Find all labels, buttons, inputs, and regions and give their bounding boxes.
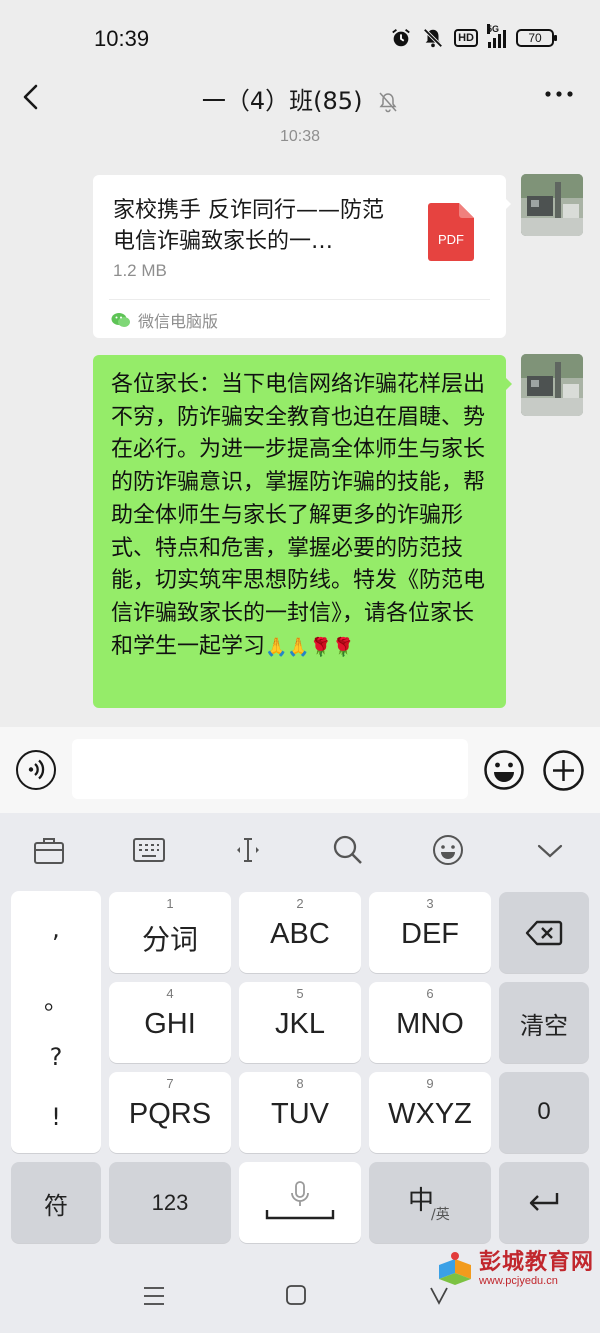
text-message-bubble[interactable]: 各位家长：当下电信网络诈骗花样层出不穷，防诈骗安全教育也迫在眉睫、势在必行。为进… bbox=[93, 355, 512, 708]
avatar-photo bbox=[521, 354, 583, 416]
notifications-off-icon bbox=[423, 28, 443, 48]
file-name: 家校携手 反诈同行——防范电信诈骗致家长的一… bbox=[113, 198, 384, 254]
delete-key[interactable] bbox=[499, 892, 589, 973]
key-6[interactable]: 6 MNO bbox=[369, 982, 491, 1063]
emoji-icon[interactable] bbox=[484, 750, 524, 790]
clear-key[interactable]: 清空 bbox=[499, 982, 589, 1063]
punct-period[interactable]: 。 bbox=[11, 981, 101, 1016]
home-icon[interactable] bbox=[285, 1284, 307, 1306]
status-icons: HD 5G 70 bbox=[390, 24, 557, 49]
avatar-photo bbox=[521, 174, 583, 236]
watermark-title: 彭城教育网 bbox=[478, 1250, 594, 1275]
more-icon bbox=[545, 91, 573, 97]
keyboard-layout-icon[interactable] bbox=[132, 833, 166, 867]
status-bar: 10:39 HD 5G 70 bbox=[0, 0, 600, 78]
enter-key[interactable] bbox=[499, 1162, 589, 1243]
collapse-keyboard-icon[interactable] bbox=[533, 833, 567, 867]
key-9[interactable]: 9 WXYZ bbox=[369, 1072, 491, 1153]
key-3[interactable]: 3 DEF bbox=[369, 892, 491, 973]
menu-icon[interactable] bbox=[142, 1284, 166, 1308]
voice-input-button[interactable] bbox=[16, 750, 56, 790]
keyboard-toolbar bbox=[0, 813, 600, 885]
microphone-icon bbox=[291, 1181, 309, 1206]
more-options-button[interactable] bbox=[544, 84, 574, 105]
wechat-icon bbox=[111, 313, 130, 327]
sender-avatar[interactable] bbox=[521, 354, 583, 416]
zero-key[interactable]: 0 bbox=[499, 1072, 589, 1153]
key-7[interactable]: 7 PQRS bbox=[109, 1072, 231, 1153]
enter-icon bbox=[529, 1193, 559, 1211]
file-size: 1.2 MB bbox=[113, 261, 167, 280]
cursor-move-icon[interactable] bbox=[231, 833, 265, 867]
key-1[interactable]: 1 分词 bbox=[109, 892, 231, 973]
key-2[interactable]: 2 ABC bbox=[239, 892, 361, 973]
alarm-icon bbox=[392, 29, 410, 47]
space-key[interactable] bbox=[239, 1162, 361, 1243]
hd-badge: HD bbox=[454, 29, 478, 47]
card-divider bbox=[109, 299, 490, 300]
file-source: 微信电脑版 bbox=[111, 308, 218, 332]
search-icon[interactable] bbox=[331, 833, 365, 867]
emoji-panel-icon[interactable] bbox=[431, 833, 465, 867]
chat-header: 一（4）班(85) bbox=[0, 78, 600, 118]
voice-icon bbox=[28, 759, 45, 780]
symbols-key[interactable]: 符 bbox=[11, 1162, 101, 1243]
watermark-logo-icon bbox=[438, 1252, 471, 1285]
space-bar-icon bbox=[265, 1210, 335, 1220]
battery-indicator: 70 bbox=[516, 29, 557, 47]
pdf-label: PDF bbox=[438, 232, 464, 247]
key-4[interactable]: 4 GHI bbox=[109, 982, 231, 1063]
watermark-url: www.pcjyedu.cn bbox=[478, 1275, 558, 1287]
numbers-key[interactable]: 123 bbox=[109, 1162, 231, 1243]
site-watermark: 彭城教育网 www.pcjyedu.cn bbox=[435, 1251, 594, 1287]
mute-icon bbox=[379, 92, 397, 113]
key-8[interactable]: 8 TUV bbox=[239, 1072, 361, 1153]
sender-avatar[interactable] bbox=[521, 174, 583, 236]
chat-title-wrap: 一（4）班(85) bbox=[0, 81, 600, 116]
plus-icon[interactable] bbox=[543, 750, 584, 791]
file-source-label: 微信电脑版 bbox=[138, 312, 219, 331]
chat-title: 一（4）班(85) bbox=[201, 87, 363, 115]
punctuation-column[interactable]: , 。 ? ! bbox=[11, 891, 101, 1153]
punct-comma[interactable]: , bbox=[11, 915, 101, 943]
message-input[interactable] bbox=[72, 739, 468, 799]
back-nav-icon[interactable] bbox=[428, 1284, 450, 1306]
backspace-icon bbox=[525, 920, 563, 946]
key-5[interactable]: 5 JKL bbox=[239, 982, 361, 1063]
toolbox-icon[interactable] bbox=[32, 833, 66, 867]
message-text: 各位家长：当下电信网络诈骗花样层出不穷，防诈骗安全教育也迫在眉睫、势在必行。为进… bbox=[111, 372, 486, 659]
pdf-file-icon: PDF bbox=[428, 203, 474, 261]
signal-icon: 5G bbox=[487, 24, 506, 48]
watermark-text: 彭城教育网 www.pcjyedu.cn bbox=[478, 1250, 594, 1288]
file-message-card[interactable]: 家校携手 反诈同行——防范电信诈骗致家长的一… 1.2 MB PDF 微信电脑版 bbox=[93, 175, 511, 338]
language-switch-key[interactable]: 中 /英 bbox=[369, 1162, 491, 1243]
status-time: 10:39 bbox=[94, 26, 150, 51]
message-timestamp: 10:38 bbox=[279, 128, 321, 145]
punct-question[interactable]: ? bbox=[11, 1043, 101, 1071]
message-emojis: 🙏🙏🌹🌹 bbox=[265, 636, 355, 658]
punct-exclaim[interactable]: ! bbox=[11, 1103, 101, 1131]
message-input-bar bbox=[0, 727, 600, 813]
